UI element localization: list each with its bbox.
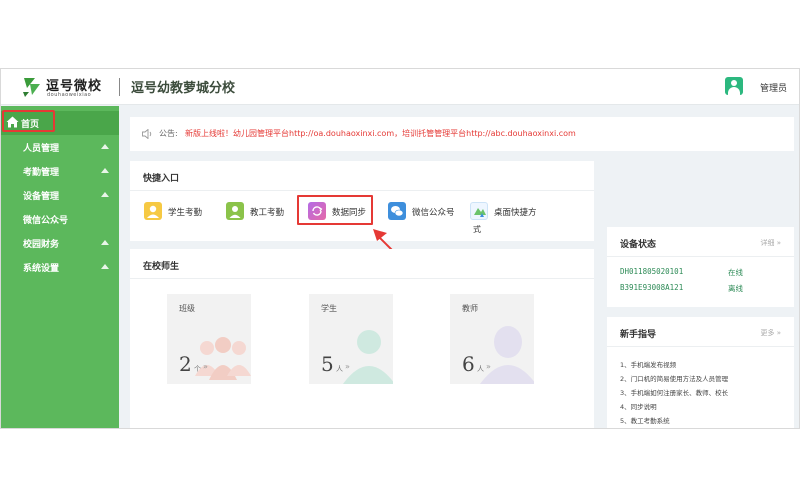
- notice-bar: 公告: 新版上线啦！幼儿园管理平台http://oa.douhaoxinxi.c…: [130, 117, 794, 151]
- sidebar-item-settings[interactable]: 系统设置: [1, 255, 119, 279]
- sidebar-item-label: 人员管理: [23, 144, 60, 154]
- device-id: B391E93008A121: [620, 283, 684, 292]
- stat-unit: 人: [477, 365, 484, 373]
- stat-unit: 个: [194, 365, 201, 373]
- sidebar-item-label: 考勤管理: [23, 168, 60, 178]
- quick-entry-title: 快捷入口: [143, 174, 180, 184]
- divider: [130, 190, 594, 191]
- sync-highlight-box: [297, 195, 373, 225]
- quick-item-label: 微信公众号: [412, 208, 455, 218]
- user-name[interactable]: 管理员: [760, 81, 787, 94]
- staff-attendance-icon: [226, 202, 244, 220]
- sidebar-item-finance[interactable]: 校园财务: [1, 231, 119, 255]
- quick-item-label: 学生考勤: [168, 208, 203, 218]
- header-divider: [119, 78, 120, 96]
- notice-text[interactable]: 新版上线啦！幼儿园管理平台http://oa.douhaoxinxi.com，培…: [185, 128, 576, 139]
- quick-desktop-shortcut[interactable]: 桌面快捷方: [470, 201, 590, 223]
- divider: [130, 278, 594, 279]
- staff-panel: 在校师生 班级 2 个 » 学生 5 人 » 教师 6 人 »: [130, 249, 594, 428]
- device-row[interactable]: DH011805020101 在线: [620, 267, 780, 281]
- guide-item[interactable]: 4、同步说明: [620, 401, 657, 411]
- divider: [607, 256, 794, 257]
- quick-item-label: 桌面快捷方: [494, 208, 537, 218]
- logo-subtitle: douhaoweixiao: [47, 92, 92, 98]
- student-silhouette-icon: [343, 330, 393, 384]
- stat-label: 教师: [462, 304, 478, 313]
- desktop-shortcut-icon: [470, 202, 488, 220]
- stat-value: 6: [462, 352, 475, 376]
- sidebar-item-label: 微信公众号: [23, 216, 69, 226]
- quick-staff-attendance[interactable]: 教工考勤: [226, 201, 306, 223]
- staff-panel-title: 在校师生: [143, 262, 180, 272]
- logo[interactable]: 逗号微校 douhaoweixiao: [21, 74, 117, 100]
- chevron-right-icon: »: [345, 362, 350, 371]
- chevron-up-icon: [101, 264, 109, 269]
- group-icon: [195, 337, 251, 380]
- quick-wechat[interactable]: 微信公众号: [388, 201, 468, 223]
- sidebar-item-personnel[interactable]: 人员管理: [1, 135, 119, 159]
- guide-title: 新手指导: [620, 330, 657, 340]
- student-count-card[interactable]: 学生 5 人 »: [309, 294, 393, 384]
- sidebar-item-devices[interactable]: 设备管理: [1, 183, 119, 207]
- school-title: 逗号幼教萝城分校: [131, 81, 236, 96]
- quick-item-label-wrap: 式: [473, 225, 481, 234]
- chevron-right-icon: »: [486, 362, 491, 371]
- notice-prefix: 公告:: [159, 129, 178, 138]
- sidebar-item-label: 校园财务: [23, 240, 60, 250]
- teacher-count-card[interactable]: 教师 6 人 »: [450, 294, 534, 384]
- device-row[interactable]: B391E93008A121 离线: [620, 283, 780, 297]
- device-status-panel: 设备状态 详细 » DH011805020101 在线 B391E93008A1…: [607, 227, 794, 307]
- quick-student-attendance[interactable]: 学生考勤: [144, 201, 224, 223]
- guide-item[interactable]: 5、教工考勤系统: [620, 415, 670, 425]
- user-avatar-icon[interactable]: [725, 77, 743, 95]
- chevron-up-icon: [101, 192, 109, 197]
- app-window: 逗号微校 douhaoweixiao 逗号幼教萝城分校 管理员 首页 人员管理 …: [0, 68, 800, 429]
- stat-value: 5: [321, 352, 334, 376]
- sidebar-item-label: 系统设置: [23, 264, 60, 274]
- speaker-icon: [142, 129, 152, 139]
- sidebar-item-label: 设备管理: [23, 192, 60, 202]
- chevron-right-icon: »: [203, 362, 208, 371]
- newbie-guide-panel: 新手指导 更多 » 1、手机端发布视频 2、门口机的简易使用方法及人员管理 3、…: [607, 317, 794, 428]
- device-status-title: 设备状态: [620, 240, 657, 250]
- home-highlight-box: [2, 110, 55, 132]
- device-status: 离线: [728, 284, 743, 293]
- stat-label: 学生: [321, 304, 337, 313]
- chevron-up-icon: [101, 168, 109, 173]
- device-id: DH011805020101: [620, 267, 684, 276]
- quick-item-label: 教工考勤: [250, 208, 285, 218]
- sidebar-item-attendance[interactable]: 考勤管理: [1, 159, 119, 183]
- divider: [607, 346, 794, 347]
- teacher-silhouette-icon: [480, 326, 534, 384]
- sidebar-item-wechat[interactable]: 微信公众号: [1, 207, 119, 231]
- chevron-up-icon: [101, 240, 109, 245]
- device-details-link[interactable]: 详细 »: [760, 238, 781, 248]
- chevron-up-icon: [101, 144, 109, 149]
- user-menu[interactable]: 管理员: [717, 77, 787, 97]
- guide-item[interactable]: 1、手机端发布视频: [620, 359, 676, 369]
- stat-value: 2: [179, 352, 192, 376]
- logo-icon: [23, 78, 40, 97]
- class-count-card[interactable]: 班级 2 个 »: [167, 294, 251, 384]
- device-status: 在线: [728, 268, 743, 277]
- stat-unit: 人: [336, 365, 343, 373]
- stat-label: 班级: [179, 304, 195, 313]
- wechat-icon: [388, 202, 406, 220]
- top-header: 逗号微校 douhaoweixiao 逗号幼教萝城分校 管理员: [1, 69, 799, 105]
- student-attendance-icon: [144, 202, 162, 220]
- sidebar: 首页 人员管理 考勤管理 设备管理 微信公众号 校园财务 系统设置: [1, 106, 119, 428]
- guide-more-link[interactable]: 更多 »: [760, 328, 781, 338]
- guide-item[interactable]: 3、手机端如何注册家长、教师、校长: [620, 387, 728, 397]
- guide-item[interactable]: 2、门口机的简易使用方法及人员管理: [620, 373, 728, 383]
